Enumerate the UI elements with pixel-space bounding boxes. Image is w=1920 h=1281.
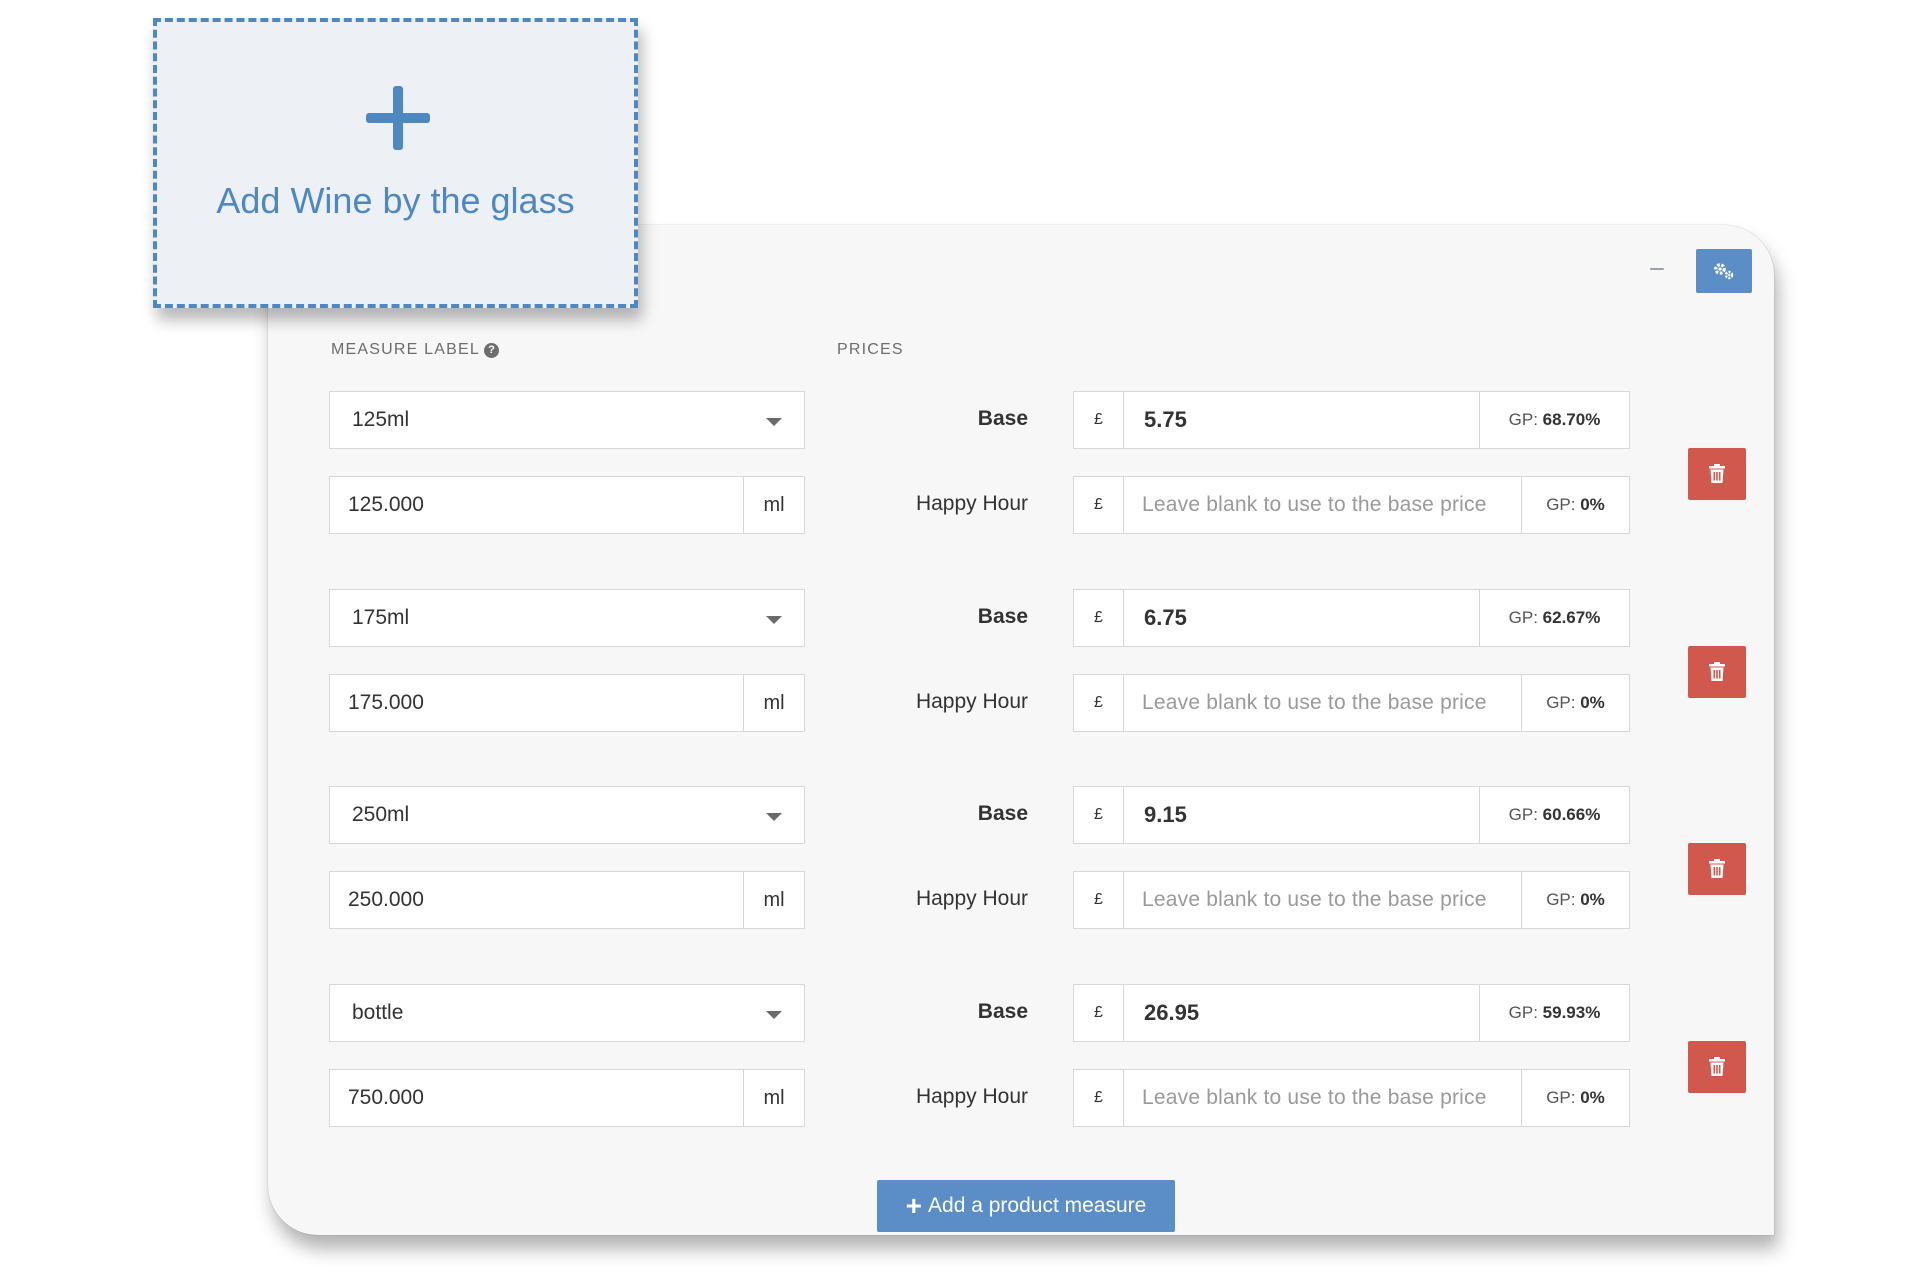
happy-hour-price-label: Happy Hour bbox=[915, 492, 1028, 515]
gp-value: 0% bbox=[1580, 890, 1605, 909]
happy-hour-price-input[interactable]: Leave blank to use to the base price bbox=[1123, 674, 1522, 732]
delete-measure-button[interactable] bbox=[1688, 843, 1746, 895]
gp-value: 62.67% bbox=[1542, 608, 1601, 627]
delete-measure-button[interactable] bbox=[1688, 1041, 1746, 1093]
base-gp-display: GP: 60.66% bbox=[1479, 786, 1630, 844]
happy-hour-price-label: Happy Hour bbox=[915, 1085, 1028, 1108]
trash-icon bbox=[1709, 464, 1725, 483]
settings-button[interactable] bbox=[1696, 249, 1752, 293]
currency-addon: £ bbox=[1073, 674, 1124, 732]
measure-row: 175ml 175.000 ml Base Happy Hour £ 6.75 … bbox=[268, 589, 1774, 759]
happy-hour-price-input[interactable]: Leave blank to use to the base price bbox=[1123, 476, 1522, 534]
measure-row: 250ml 250.000 ml Base Happy Hour £ 9.15 … bbox=[268, 786, 1774, 956]
plus-icon: + bbox=[905, 1190, 923, 1221]
delete-measure-button[interactable] bbox=[1688, 448, 1746, 500]
select-value: 175ml bbox=[352, 606, 410, 629]
currency-addon: £ bbox=[1073, 476, 1124, 534]
gp-value: 0% bbox=[1580, 693, 1605, 712]
happy-hour-price-input[interactable]: Leave blank to use to the base price bbox=[1123, 1069, 1522, 1127]
trash-icon bbox=[1709, 1057, 1725, 1076]
gp-prefix: GP: bbox=[1546, 495, 1576, 514]
measures-panel: MEASURE LABEL? PRICES 125ml 125.000 ml B… bbox=[268, 225, 1774, 1235]
measure-amount-input[interactable]: 175.000 bbox=[329, 674, 744, 732]
measure-amount-input[interactable]: 125.000 bbox=[329, 476, 744, 534]
gears-icon bbox=[1714, 263, 1734, 280]
measure-label-header-text: MEASURE LABEL bbox=[331, 341, 480, 358]
base-price-input[interactable]: 9.15 bbox=[1123, 786, 1480, 844]
currency-addon: £ bbox=[1073, 1069, 1124, 1127]
gp-prefix: GP: bbox=[1508, 805, 1538, 824]
base-gp-display: GP: 62.67% bbox=[1479, 589, 1630, 647]
happy-hour-gp-display: GP: 0% bbox=[1521, 674, 1630, 732]
trash-icon bbox=[1709, 859, 1725, 878]
gp-prefix: GP: bbox=[1546, 1088, 1576, 1107]
add-wine-by-glass-label: Add Wine by the glass bbox=[216, 180, 575, 221]
base-price-input[interactable]: 5.75 bbox=[1123, 391, 1480, 449]
happy-hour-gp-display: GP: 0% bbox=[1521, 1069, 1630, 1127]
gp-value: 59.93% bbox=[1542, 1003, 1601, 1022]
base-price-input[interactable]: 26.95 bbox=[1123, 984, 1480, 1042]
currency-addon: £ bbox=[1073, 786, 1124, 844]
base-gp-display: GP: 59.93% bbox=[1479, 984, 1630, 1042]
minimize-icon[interactable] bbox=[1650, 268, 1664, 270]
happy-hour-price-label: Happy Hour bbox=[915, 690, 1028, 713]
measure-row: bottle 750.000 ml Base Happy Hour £ 26.9… bbox=[268, 984, 1774, 1154]
base-price-label: Base bbox=[977, 1000, 1028, 1023]
gp-prefix: GP: bbox=[1508, 608, 1538, 627]
trash-icon bbox=[1709, 662, 1725, 681]
gp-prefix: GP: bbox=[1508, 1003, 1538, 1022]
gp-value: 0% bbox=[1580, 1088, 1605, 1107]
happy-hour-price-label: Happy Hour bbox=[915, 887, 1028, 910]
measure-label-header: MEASURE LABEL? bbox=[331, 341, 499, 359]
add-wine-by-glass-card[interactable]: Add Wine by the glass bbox=[153, 18, 638, 308]
happy-hour-price-input[interactable]: Leave blank to use to the base price bbox=[1123, 871, 1522, 929]
select-value: 125ml bbox=[352, 408, 410, 431]
measure-amount-input[interactable]: 750.000 bbox=[329, 1069, 744, 1127]
plus-icon bbox=[366, 86, 430, 150]
base-price-label: Base bbox=[977, 605, 1028, 628]
add-product-measure-label: Add a product measure bbox=[928, 1194, 1147, 1217]
currency-addon: £ bbox=[1073, 391, 1124, 449]
base-price-label: Base bbox=[977, 802, 1028, 825]
measure-row: 125ml 125.000 ml Base Happy Hour £ 5.75 … bbox=[268, 391, 1774, 561]
currency-addon: £ bbox=[1073, 871, 1124, 929]
happy-hour-gp-display: GP: 0% bbox=[1521, 476, 1630, 534]
delete-measure-button[interactable] bbox=[1688, 646, 1746, 698]
base-price-input[interactable]: 6.75 bbox=[1123, 589, 1480, 647]
gp-prefix: GP: bbox=[1546, 890, 1576, 909]
measure-amount-input[interactable]: 250.000 bbox=[329, 871, 744, 929]
base-price-label: Base bbox=[977, 407, 1028, 430]
prices-header: PRICES bbox=[837, 341, 904, 358]
happy-hour-gp-display: GP: 0% bbox=[1521, 871, 1630, 929]
select-value: bottle bbox=[352, 1001, 404, 1024]
gp-value: 68.70% bbox=[1542, 410, 1601, 429]
gp-value: 0% bbox=[1580, 495, 1605, 514]
help-icon[interactable]: ? bbox=[483, 343, 499, 358]
add-product-measure-button[interactable]: + Add a product measure bbox=[877, 1180, 1175, 1232]
gp-prefix: GP: bbox=[1546, 693, 1576, 712]
gp-prefix: GP: bbox=[1508, 410, 1538, 429]
currency-addon: £ bbox=[1073, 984, 1124, 1042]
gp-value: 60.66% bbox=[1542, 805, 1601, 824]
select-value: 250ml bbox=[352, 803, 410, 826]
currency-addon: £ bbox=[1073, 589, 1124, 647]
base-gp-display: GP: 68.70% bbox=[1479, 391, 1630, 449]
